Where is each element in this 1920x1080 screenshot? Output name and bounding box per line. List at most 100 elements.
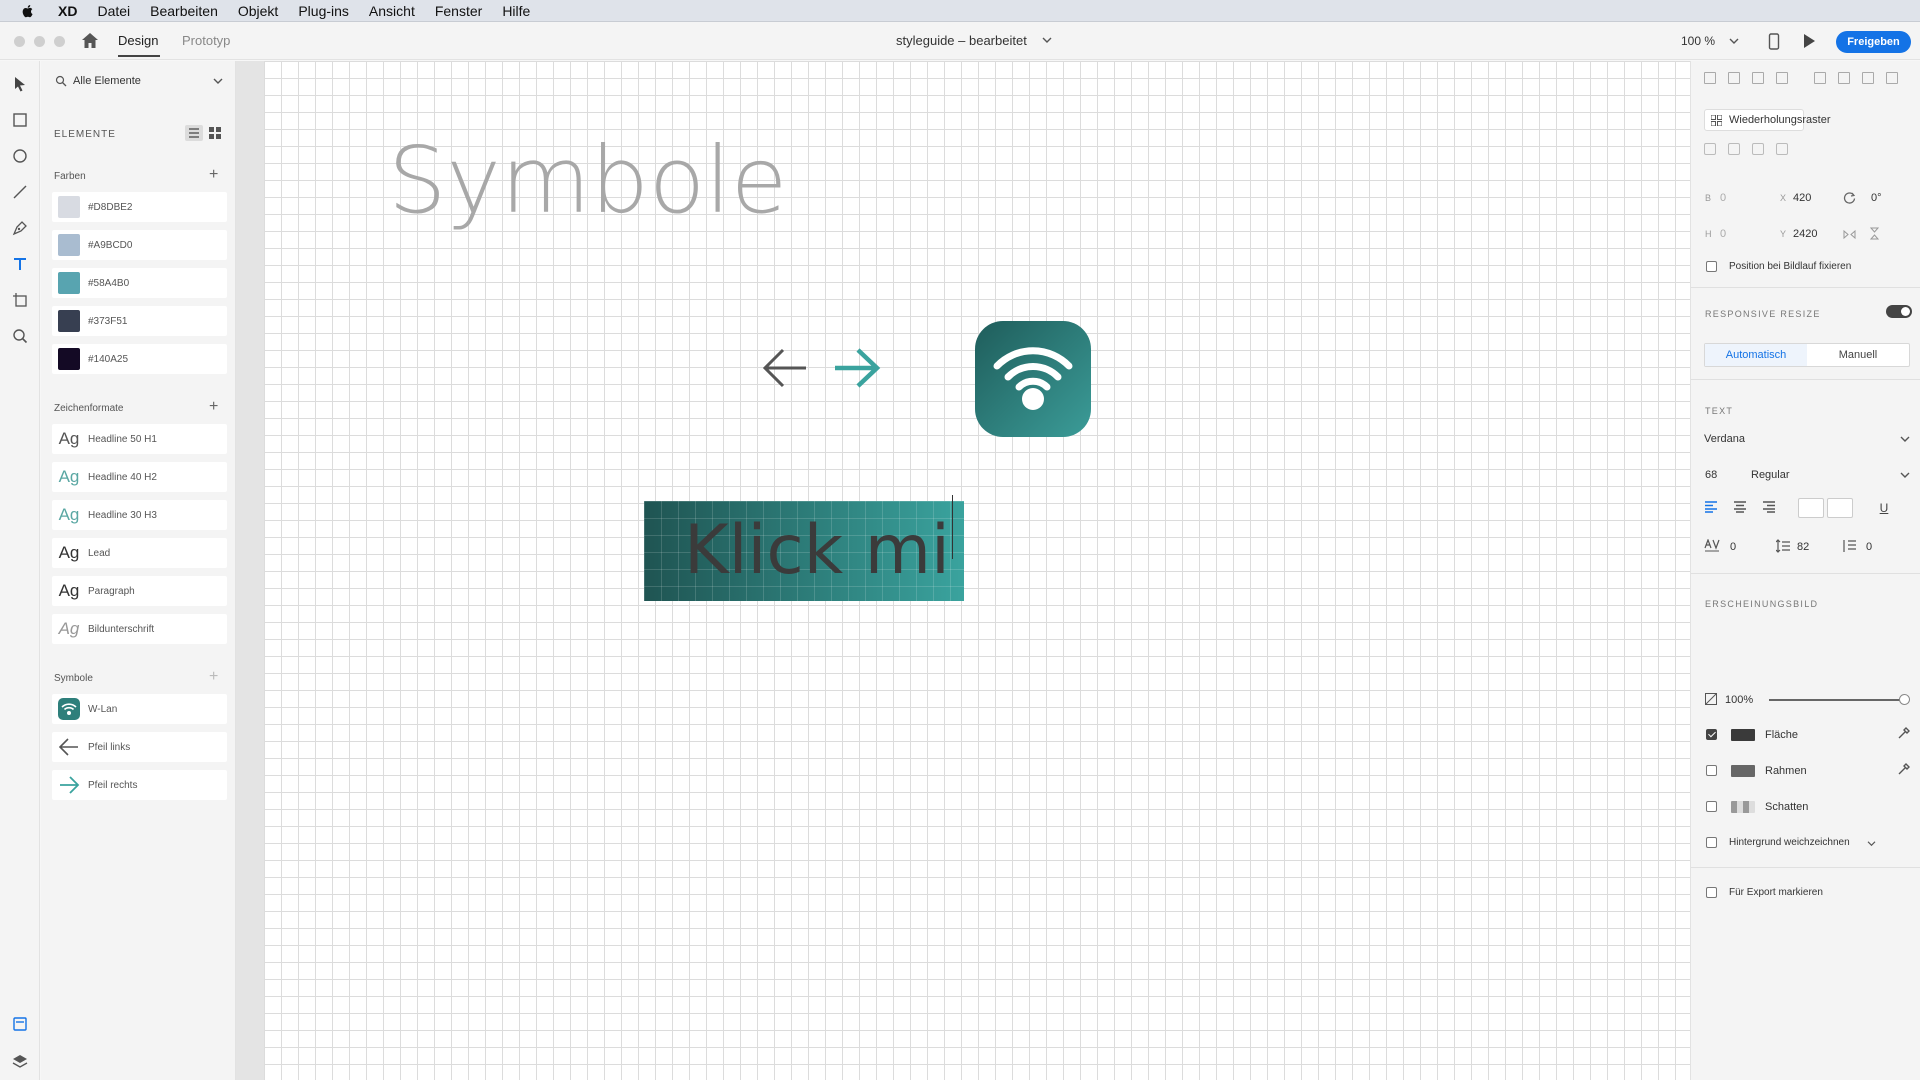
eyedropper-icon[interactable] bbox=[1897, 726, 1911, 740]
menu-file[interactable]: Datei bbox=[87, 0, 140, 22]
zoom-tool-icon[interactable] bbox=[12, 328, 28, 344]
align-bottom-icon[interactable] bbox=[1752, 72, 1764, 84]
line-spacing-field[interactable]: 82 bbox=[1797, 541, 1809, 553]
shadow-swatch[interactable] bbox=[1731, 801, 1755, 813]
button-symbol[interactable]: Klick mi bbox=[644, 501, 964, 601]
flip-vertical-icon[interactable] bbox=[1869, 227, 1880, 240]
menu-window[interactable]: Fenster bbox=[425, 0, 492, 22]
asset-filter-dropdown[interactable]: Alle Elemente bbox=[51, 71, 225, 93]
window-minimize-button[interactable] bbox=[34, 36, 45, 47]
responsive-resize-toggle[interactable] bbox=[1886, 305, 1912, 318]
document-title[interactable]: styleguide – bearbeitet bbox=[896, 33, 1027, 48]
opacity-value[interactable]: 100% bbox=[1725, 694, 1753, 706]
wifi-icon[interactable] bbox=[975, 321, 1091, 437]
background-blur-checkbox[interactable] bbox=[1706, 837, 1717, 848]
align-left-icon[interactable] bbox=[1814, 72, 1826, 84]
opacity-slider-handle[interactable] bbox=[1899, 694, 1910, 705]
repeat-grid-button[interactable]: Wiederholungsraster bbox=[1704, 109, 1831, 131]
artboard-canvas[interactable]: Symbole Klick mi bbox=[264, 61, 1690, 1080]
char-style-asset[interactable]: Ag Paragraph bbox=[52, 576, 227, 606]
font-family-dropdown[interactable]: Verdana bbox=[1704, 433, 1910, 445]
home-icon[interactable] bbox=[81, 32, 99, 49]
shadow-checkbox[interactable] bbox=[1706, 801, 1717, 812]
arrow-left-icon[interactable] bbox=[761, 344, 809, 392]
menu-object[interactable]: Objekt bbox=[228, 0, 288, 22]
boolean-intersect-icon[interactable] bbox=[1752, 143, 1764, 155]
chevron-down-icon[interactable] bbox=[1042, 36, 1052, 44]
char-style-asset[interactable]: Ag Lead bbox=[52, 538, 227, 568]
resize-auto-option[interactable]: Automatisch bbox=[1705, 344, 1807, 366]
menu-edit[interactable]: Bearbeiten bbox=[140, 0, 228, 22]
boolean-subtract-icon[interactable] bbox=[1728, 143, 1740, 155]
color-asset[interactable]: #58A4B0 bbox=[52, 268, 227, 298]
border-color-swatch[interactable] bbox=[1731, 765, 1755, 777]
export-checkbox[interactable] bbox=[1706, 887, 1717, 898]
arrow-right-icon[interactable] bbox=[832, 344, 882, 392]
width-field[interactable]: 0 bbox=[1720, 192, 1726, 204]
fill-color-swatch[interactable] bbox=[1731, 729, 1755, 741]
menu-help[interactable]: Hilfe bbox=[492, 0, 540, 22]
char-style-asset[interactable]: Ag Headline 40 H2 bbox=[52, 462, 227, 492]
play-icon[interactable] bbox=[1802, 33, 1816, 49]
share-button[interactable]: Freigeben bbox=[1836, 31, 1911, 53]
button-text[interactable]: Klick mi bbox=[684, 501, 950, 601]
canvas-heading[interactable]: Symbole bbox=[388, 127, 787, 234]
underline-icon[interactable]: U bbox=[1871, 498, 1897, 518]
artboard-tool-icon[interactable] bbox=[12, 292, 28, 308]
distribute-horizontal-icon[interactable] bbox=[1886, 72, 1898, 84]
tab-design[interactable]: Design bbox=[118, 33, 158, 48]
device-preview-icon[interactable] bbox=[1768, 33, 1780, 50]
zoom-level[interactable]: 100 % bbox=[1681, 34, 1715, 48]
color-asset[interactable]: #A9BCD0 bbox=[52, 230, 227, 260]
height-field[interactable]: 0 bbox=[1720, 228, 1726, 240]
character-spacing-field[interactable]: 0 bbox=[1730, 541, 1736, 553]
line-tool-icon[interactable] bbox=[12, 184, 28, 200]
font-size-field[interactable]: 68 bbox=[1705, 469, 1717, 481]
align-top-icon[interactable] bbox=[1704, 72, 1716, 84]
menu-plugins[interactable]: Plug-ins bbox=[288, 0, 359, 22]
window-close-button[interactable] bbox=[14, 36, 25, 47]
list-view-icon[interactable] bbox=[185, 125, 203, 141]
x-field[interactable]: 420 bbox=[1793, 192, 1811, 204]
text-align-left-icon[interactable] bbox=[1704, 501, 1718, 513]
align-right-icon[interactable] bbox=[1862, 72, 1874, 84]
resize-manual-option[interactable]: Manuell bbox=[1807, 344, 1909, 366]
char-style-asset[interactable]: Ag Bildunterschrift bbox=[52, 614, 227, 644]
symbol-asset[interactable]: Pfeil links bbox=[52, 732, 227, 762]
boolean-exclude-icon[interactable] bbox=[1776, 143, 1788, 155]
border-checkbox[interactable] bbox=[1706, 765, 1717, 776]
y-field[interactable]: 2420 bbox=[1793, 228, 1817, 240]
add-symbol-icon[interactable]: + bbox=[209, 669, 218, 685]
menu-view[interactable]: Ansicht bbox=[359, 0, 425, 22]
fixed-size-text-icon[interactable] bbox=[1827, 498, 1853, 518]
char-style-asset[interactable]: Ag Headline 50 H1 bbox=[52, 424, 227, 454]
add-color-icon[interactable]: + bbox=[209, 167, 218, 183]
window-zoom-button[interactable] bbox=[54, 36, 65, 47]
layers-panel-icon[interactable] bbox=[12, 1053, 28, 1069]
fix-position-checkbox[interactable] bbox=[1706, 261, 1717, 272]
add-char-style-icon[interactable]: + bbox=[209, 399, 218, 415]
pen-tool-icon[interactable] bbox=[12, 220, 28, 236]
select-tool-icon[interactable] bbox=[12, 76, 28, 92]
flip-horizontal-icon[interactable] bbox=[1843, 229, 1856, 240]
rectangle-tool-icon[interactable] bbox=[12, 112, 28, 128]
tab-prototype[interactable]: Prototyp bbox=[182, 33, 230, 48]
symbol-asset[interactable]: W-Lan bbox=[52, 694, 227, 724]
boolean-add-icon[interactable] bbox=[1704, 143, 1716, 155]
color-asset[interactable]: #140A25 bbox=[52, 344, 227, 374]
opacity-slider-track[interactable] bbox=[1769, 699, 1901, 701]
distribute-vertical-icon[interactable] bbox=[1776, 72, 1788, 84]
rotation-field[interactable]: 0° bbox=[1871, 192, 1882, 204]
menu-app-name[interactable]: XD bbox=[48, 0, 87, 22]
chevron-down-icon[interactable] bbox=[1867, 840, 1876, 847]
text-align-center-icon[interactable] bbox=[1733, 501, 1747, 513]
ellipse-tool-icon[interactable] bbox=[12, 148, 28, 164]
auto-width-text-icon[interactable] bbox=[1798, 498, 1824, 518]
eyedropper-icon[interactable] bbox=[1897, 762, 1911, 776]
text-align-right-icon[interactable] bbox=[1762, 501, 1776, 513]
align-middle-icon[interactable] bbox=[1728, 72, 1740, 84]
color-asset[interactable]: #D8DBE2 bbox=[52, 192, 227, 222]
font-weight-dropdown[interactable]: Regular bbox=[1751, 469, 1910, 481]
char-style-asset[interactable]: Ag Headline 30 H3 bbox=[52, 500, 227, 530]
chevron-down-icon[interactable] bbox=[1729, 37, 1739, 45]
